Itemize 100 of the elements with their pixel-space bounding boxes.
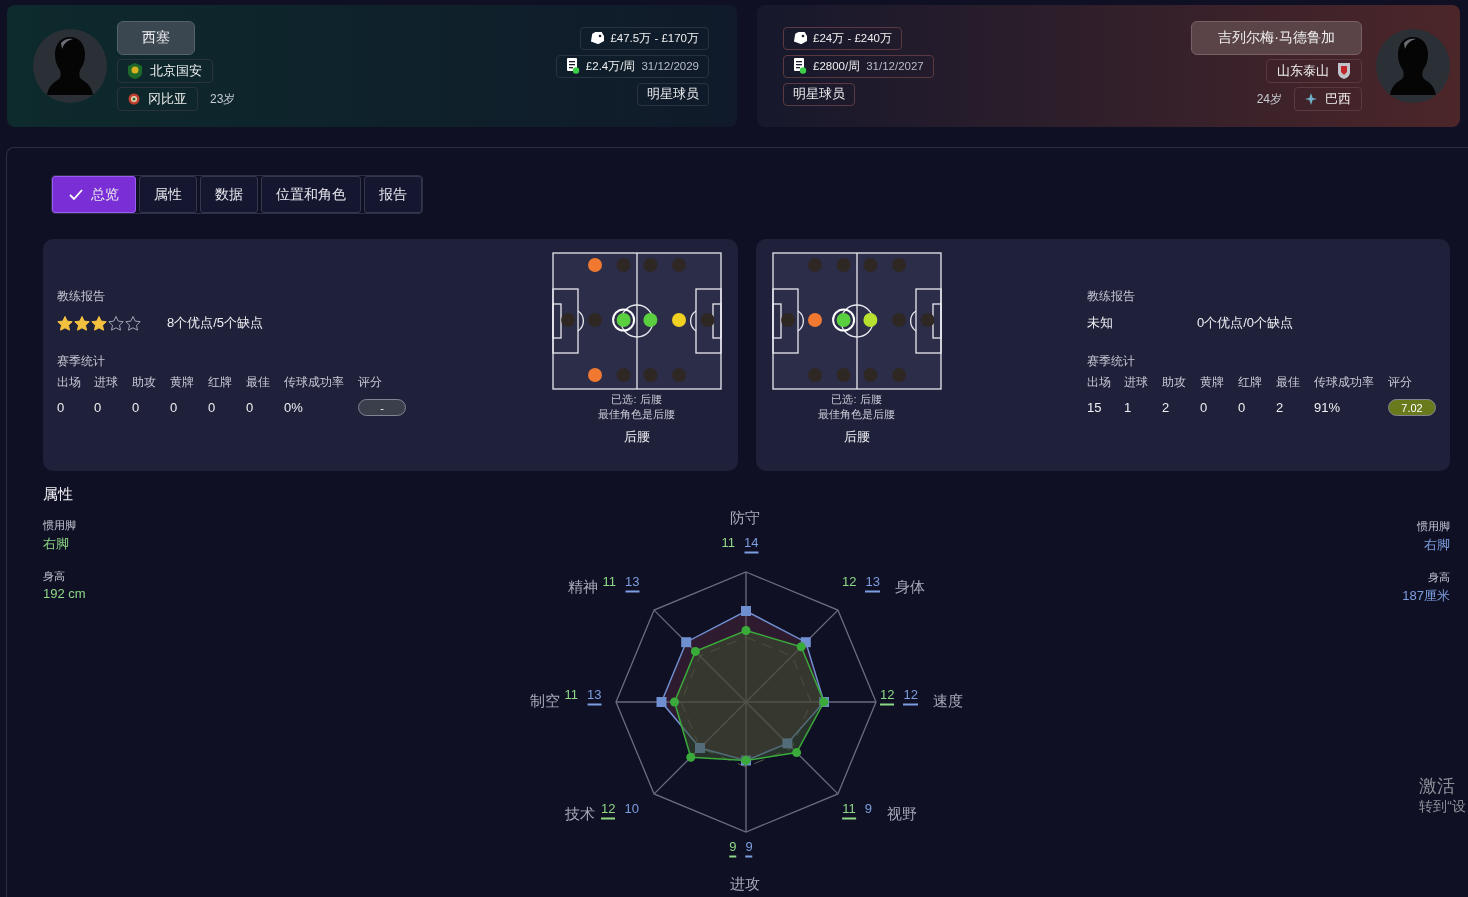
pros-cons-text: 8个优点/5个缺点 [167,314,264,332]
stat-value: 0 [208,400,217,415]
transfer-value-tag: £24万 - £240万 [783,26,902,50]
position-dot[interactable] [616,258,631,272]
position-dot[interactable] [836,313,851,327]
column-header: 助攻 [132,375,157,390]
status-tag: 明星球员 [783,82,855,106]
attribute-value: 11 [842,800,856,820]
position-dot[interactable] [616,368,631,382]
contract-icon [793,58,807,74]
tab[interactable]: 属性 [139,176,197,213]
club-crest-icon [1337,63,1351,79]
column-header: 黄牌 [170,375,195,390]
position-dot[interactable] [587,258,602,272]
position-dot[interactable] [862,258,877,272]
position-dot[interactable] [836,258,851,272]
section-label: 赛季统计 [1087,354,1136,369]
position-dot[interactable] [700,313,715,327]
nationality-tag[interactable]: 冈比亚 [117,87,198,111]
player-name-button[interactable]: 西塞 [117,21,195,55]
attribute-value: 11 [564,686,578,704]
stat-value: 0 [132,400,141,415]
position-dot[interactable] [642,368,657,382]
stat-value: 1 [1124,400,1133,415]
selected-role-text: 已选: 后腰 [611,392,662,407]
attribute-value: 14 [744,534,759,554]
position-dot[interactable] [616,313,631,327]
column-header: 传球成功率 [284,375,345,390]
section-label: 赛季统计 [57,354,106,369]
section-label: 教练报告 [57,289,106,304]
column-header: 进球 [1124,375,1149,390]
position-dot[interactable] [836,368,851,382]
attribute-value: 10 [624,800,639,818]
info-label: 惯用脚 [1417,519,1450,534]
rating-badge: 7.02 [1388,399,1436,416]
position-dot[interactable] [671,313,686,327]
attribute-value: 9 [745,838,753,858]
position-dot[interactable] [642,258,657,272]
age-text: 23岁 [210,90,236,108]
preferred-foot-value: 右脚 [1424,536,1450,554]
position-dot[interactable] [891,313,906,327]
tab[interactable]: 总览 [52,176,136,213]
best-role-text: 最佳角色是后腰 [598,407,675,422]
attribute-value: 9 [864,800,872,818]
flag-icon [128,93,140,105]
section-label: 教练报告 [1087,289,1136,304]
filled-star-icon [91,315,107,331]
contract-tag: £2.4万/周 31/12/2029 [555,54,709,78]
position-dot[interactable] [780,313,795,327]
attribute-value: 9 [729,838,737,858]
column-header: 红牌 [1238,375,1263,390]
best-role-text: 最佳角色是后腰 [818,407,895,422]
column-header: 助攻 [1162,375,1187,390]
price-tag-icon [590,32,605,44]
attribute-value: 11 [602,573,616,591]
position-dot[interactable] [862,368,877,382]
info-label: 身高 [1428,570,1450,585]
role-title: 后腰 [843,428,870,446]
position-dot[interactable] [560,313,575,327]
position-dot[interactable] [862,313,877,327]
attribute-label: 进攻 [730,874,760,894]
column-header: 红牌 [208,375,233,390]
rating-badge: - [358,399,406,416]
check-icon [69,189,83,200]
attribute-value: 12 [903,686,918,706]
stat-value: 0 [170,400,179,415]
position-dot[interactable] [891,368,906,382]
position-dot[interactable] [920,313,935,327]
column-header: 评分 [1388,375,1413,390]
tab[interactable]: 位置和角色 [261,176,361,213]
attribute-value: 13 [865,573,880,593]
role-title: 后腰 [623,428,650,446]
player-name-button[interactable]: 吉列尔梅·马德鲁加 [1191,21,1362,55]
position-dot[interactable] [807,368,822,382]
tab[interactable]: 报告 [364,176,422,213]
column-header: 黄牌 [1200,375,1225,390]
attribute-label: 身体 [895,577,925,597]
position-dot[interactable] [642,313,657,327]
info-label: 惯用脚 [43,518,77,533]
position-dot[interactable] [587,313,602,327]
position-dot[interactable] [587,368,602,382]
club-tag[interactable]: 北京国安 [117,59,213,83]
club-tag[interactable]: 山东泰山 [1266,59,1362,83]
preferred-foot-value: 右脚 [43,535,70,553]
section-title: 属性 [43,485,74,504]
column-header: 出场 [1087,375,1112,390]
attribute-value: 13 [625,573,640,593]
attribute-label: 速度 [933,691,963,711]
status-tag: 明星球员 [637,82,709,106]
column-header: 传球成功率 [1314,375,1375,390]
stat-value: 0 [1200,400,1209,415]
position-dot[interactable] [807,313,822,327]
position-dot[interactable] [671,368,686,382]
nationality-tag[interactable]: 巴西 [1294,87,1362,111]
position-dot[interactable] [807,258,822,272]
tab[interactable]: 数据 [200,176,258,213]
position-dot[interactable] [671,258,686,272]
position-dot[interactable] [891,258,906,272]
contract-icon [565,58,580,74]
column-header: 出场 [57,375,82,390]
